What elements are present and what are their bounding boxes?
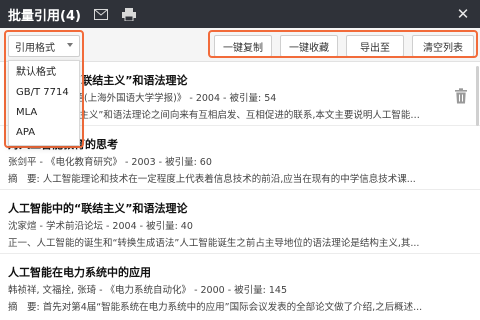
format-option-apa[interactable]: APA bbox=[9, 123, 79, 143]
entry-title[interactable]: 人工智能在电力系统中的应用 bbox=[8, 264, 151, 280]
title-bar: 批量引用(4) ✕ bbox=[0, 0, 480, 28]
entry-abstract: 摘 要: 人工智能理论和技术在一定程度上代表着信息技术的前沿,应当在现有的中学信… bbox=[8, 174, 416, 185]
list-item: 人工智能在电力系统中的应用 韩祯祥, 文福拴, 张琦 - 《电力系统自动化》 -… bbox=[0, 254, 480, 320]
entry-meta: 沈家煊 - 学术前沿论坛 - 2004 - 被引量: 40 bbox=[8, 221, 193, 232]
collect-all-button[interactable]: 一键收藏 bbox=[280, 35, 338, 57]
close-icon[interactable]: ✕ bbox=[454, 5, 472, 23]
copy-all-button[interactable]: 一键复制 bbox=[214, 35, 272, 57]
chevron-down-icon bbox=[67, 43, 73, 47]
entry-meta: 张剑平 - 《电化教育研究》 - 2003 - 被引量: 60 bbox=[8, 157, 212, 168]
format-option-mla[interactable]: MLA bbox=[9, 103, 79, 123]
trash-icon[interactable] bbox=[454, 88, 468, 104]
entry-abstract: 摘 要: 首先对第4届“智能系统在电力系统中的应用”国际会议发表的全部论文做了介… bbox=[8, 302, 423, 313]
scrollbar[interactable] bbox=[476, 66, 479, 126]
format-option-gbt7714[interactable]: GB/T 7714 bbox=[9, 83, 79, 103]
citation-format-label: 引用格式 bbox=[15, 42, 55, 54]
mail-icon[interactable] bbox=[93, 6, 109, 22]
citation-format-select[interactable]: 引用格式 bbox=[8, 35, 80, 57]
print-icon[interactable] bbox=[121, 6, 137, 22]
entry-meta: 韩祯祥, 文福拴, 张琦 - 《电力系统自动化》 - 2000 - 被引量: 1… bbox=[8, 285, 288, 296]
format-option-default[interactable]: 默认格式 bbox=[9, 63, 79, 83]
export-button[interactable]: 导出至 bbox=[346, 35, 404, 57]
entry-title[interactable]: 人工智能中的“联结主义”和语法理论 bbox=[8, 200, 187, 216]
list-item: 人工智能中的“联结主义”和语法理论 沈家煊 - 学术前沿论坛 - 2004 - … bbox=[0, 190, 480, 254]
toolbar: 引用格式 一键复制 一键收藏 导出至 清空列表 bbox=[0, 28, 480, 62]
clear-list-button[interactable]: 清空列表 bbox=[412, 35, 474, 57]
entry-abstract: 正一、人工智能的诞生和“转换生成语法”人工智能诞生之前占主导地位的语法理论是结构… bbox=[8, 238, 420, 249]
citation-format-dropdown: 默认格式 GB/T 7714 MLA APA bbox=[8, 60, 80, 146]
window-title: 批量引用(4) bbox=[8, 8, 81, 24]
